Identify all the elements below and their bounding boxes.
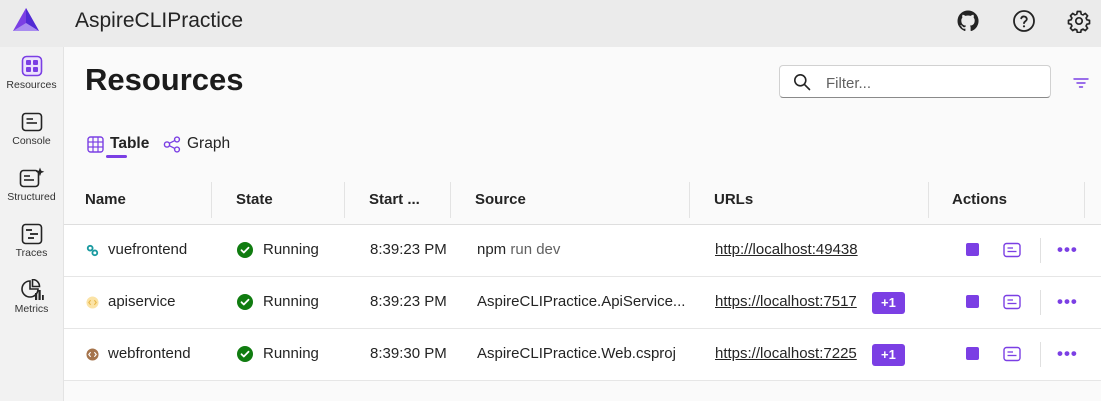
column-resize-handle[interactable] xyxy=(1084,182,1085,218)
help-icon[interactable] xyxy=(1010,7,1038,35)
app-header: AspireCLIPractice xyxy=(0,0,1101,47)
action-divider xyxy=(1040,290,1041,315)
project-icon xyxy=(86,296,99,309)
github-icon[interactable] xyxy=(954,7,982,35)
console-icon xyxy=(21,112,42,132)
console-logs-icon[interactable] xyxy=(1003,242,1021,258)
tab-label: Graph xyxy=(187,135,231,152)
start-time: 8:39:23 PM xyxy=(370,241,447,258)
column-header-start[interactable]: Start ... xyxy=(369,191,420,208)
action-divider xyxy=(1040,238,1041,263)
column-header-state[interactable]: State xyxy=(236,191,273,208)
sidebar-item-label: Resources xyxy=(6,79,57,91)
column-header-name[interactable]: Name xyxy=(85,191,126,208)
tab-graph[interactable]: Graph xyxy=(163,131,230,157)
sidebar-item-structured[interactable]: Structured xyxy=(0,167,63,223)
sidebar-item-label: Traces xyxy=(15,247,48,259)
table-row[interactable]: webfrontend Running 8:39:30 PM AspireCLI… xyxy=(64,329,1101,381)
resource-name: apiservice xyxy=(108,293,176,310)
resources-grid: Name State Start ... Source URLs Actions… xyxy=(64,176,1101,381)
url-link[interactable]: https://localhost:7517 xyxy=(715,293,857,310)
source-command: npm xyxy=(477,241,507,258)
app-title: AspireCLIPractice xyxy=(75,9,244,32)
tab-table[interactable]: Table xyxy=(87,131,149,157)
sidebar-item-resources[interactable]: Resources xyxy=(0,55,63,111)
active-tab-indicator xyxy=(106,155,127,158)
sidebar-item-console[interactable]: Console xyxy=(0,111,63,167)
more-actions-icon[interactable]: ••• xyxy=(1057,241,1078,258)
column-header-urls[interactable]: URLs xyxy=(714,191,753,208)
resource-name: vuefrontend xyxy=(108,241,188,258)
state-text: Running xyxy=(263,241,319,258)
sidebar-item-label: Structured xyxy=(7,191,56,203)
web-project-icon xyxy=(86,348,99,361)
running-check-icon xyxy=(237,294,253,310)
stop-icon[interactable] xyxy=(966,243,979,256)
sidebar-item-label: Console xyxy=(12,135,51,147)
running-check-icon xyxy=(237,242,253,258)
more-urls-badge[interactable]: +1 xyxy=(872,344,905,366)
resource-name: webfrontend xyxy=(108,345,191,362)
start-time: 8:39:30 PM xyxy=(370,345,447,362)
table-row[interactable]: vuefrontend Running 8:39:23 PM npm run d… xyxy=(64,225,1101,277)
table-icon xyxy=(87,135,104,153)
filter-box xyxy=(779,65,1051,98)
column-header-source[interactable]: Source xyxy=(475,191,526,208)
more-urls-badge[interactable]: +1 xyxy=(872,292,905,314)
url-link[interactable]: http://localhost:49438 xyxy=(715,241,858,258)
metrics-icon xyxy=(20,279,44,300)
column-resize-handle[interactable] xyxy=(211,182,212,218)
more-actions-icon[interactable]: ••• xyxy=(1057,345,1078,362)
traces-icon xyxy=(21,223,42,245)
column-header-actions[interactable]: Actions xyxy=(952,191,1007,208)
grid-header: Name State Start ... Source URLs Actions xyxy=(64,176,1101,225)
column-resize-handle[interactable] xyxy=(928,182,929,218)
console-logs-icon[interactable] xyxy=(1003,294,1021,310)
sidebar-item-metrics[interactable]: Metrics xyxy=(0,279,63,335)
state-text: Running xyxy=(263,345,319,362)
sidebar-item-traces[interactable]: Traces xyxy=(0,223,63,279)
source-command: AspireCLIPractice.ApiService... xyxy=(477,293,686,310)
page-title: Resources xyxy=(85,62,244,97)
sidebar-item-label: Metrics xyxy=(14,303,49,315)
filter-options-icon[interactable] xyxy=(1070,72,1092,94)
url-link[interactable]: https://localhost:7225 xyxy=(715,345,857,362)
graph-icon xyxy=(163,135,181,153)
start-time: 8:39:23 PM xyxy=(370,293,447,310)
stop-icon[interactable] xyxy=(966,295,979,308)
more-actions-icon[interactable]: ••• xyxy=(1057,293,1078,310)
column-resize-handle[interactable] xyxy=(450,182,451,218)
aspire-logo-icon[interactable] xyxy=(12,6,40,34)
sidebar-nav: Resources Console Structured Traces Metr… xyxy=(0,47,64,401)
column-resize-handle[interactable] xyxy=(344,182,345,218)
node-app-icon xyxy=(86,244,99,257)
structured-icon xyxy=(19,167,44,188)
tab-label: Table xyxy=(110,135,150,152)
action-divider xyxy=(1040,342,1041,367)
source-args: run dev xyxy=(510,241,561,258)
search-icon xyxy=(794,74,811,91)
settings-icon[interactable] xyxy=(1065,7,1093,35)
console-logs-icon[interactable] xyxy=(1003,346,1021,362)
stop-icon[interactable] xyxy=(966,347,979,360)
state-text: Running xyxy=(263,293,319,310)
resources-icon xyxy=(21,55,42,77)
source-command: AspireCLIPractice.Web.csproj xyxy=(477,345,676,362)
filter-input[interactable] xyxy=(824,71,1043,95)
running-check-icon xyxy=(237,346,253,362)
table-row[interactable]: apiservice Running 8:39:23 PM AspireCLIP… xyxy=(64,277,1101,329)
column-resize-handle[interactable] xyxy=(689,182,690,218)
source-cell: npm run dev xyxy=(477,241,560,258)
